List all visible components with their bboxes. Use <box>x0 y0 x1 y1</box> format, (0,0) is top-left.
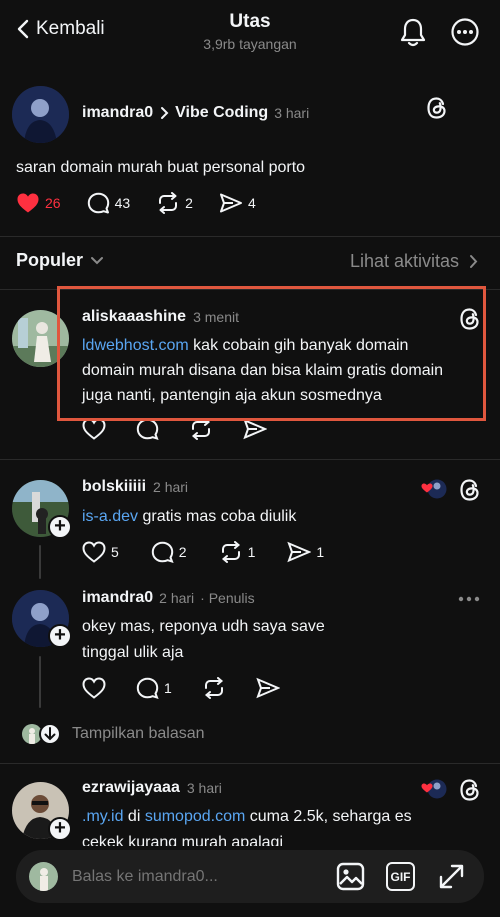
repost-count: 1 <box>247 544 256 560</box>
threads-logo-icon <box>426 96 448 120</box>
arrow-down-icon <box>44 727 56 741</box>
like-count: 26 <box>45 195 61 211</box>
like-button[interactable] <box>82 418 106 440</box>
share-button[interactable]: 1 <box>287 541 324 563</box>
more-options-icon[interactable] <box>450 16 480 48</box>
domain-link[interactable]: sumopod.com <box>145 808 246 825</box>
share-button[interactable] <box>256 677 280 699</box>
like-button[interactable] <box>82 677 106 699</box>
reply-username[interactable]: ezrawijayaaa <box>82 779 180 797</box>
share-count: 4 <box>247 195 256 211</box>
reply-button[interactable]: 2 <box>151 541 187 563</box>
heart-filled-icon <box>17 193 39 213</box>
image-icon[interactable] <box>336 862 365 891</box>
show-replies-label: Tampilkan balasan <box>72 725 205 742</box>
thread-line <box>39 656 41 708</box>
repost-icon <box>191 418 211 440</box>
heart-icon <box>82 541 106 563</box>
sort-dropdown[interactable]: Populer <box>16 250 104 271</box>
share-button[interactable]: 4 <box>219 192 256 214</box>
reply-username[interactable]: imandra0 <box>82 589 153 607</box>
post-topic[interactable]: Vibe Coding <box>175 104 268 122</box>
liked-by-author-badge <box>418 478 448 500</box>
post-time: 3 hari <box>274 105 310 121</box>
like-button[interactable]: 5 <box>82 541 119 563</box>
reply-composer[interactable]: GIF <box>16 850 484 903</box>
send-icon <box>287 541 312 563</box>
chevron-down-icon <box>91 256 104 264</box>
repost-button[interactable]: 1 <box>219 541 256 563</box>
chevron-right-icon <box>161 107 169 119</box>
threads-logo-icon <box>459 778 481 802</box>
avatar <box>29 862 58 891</box>
comment-icon <box>136 677 159 699</box>
reply-text: okey mas, reponya udh saya save tinggal … <box>82 614 325 666</box>
divider <box>0 459 500 460</box>
repost-icon <box>204 677 223 699</box>
follow-button[interactable]: + <box>48 515 72 539</box>
follow-button[interactable]: + <box>48 624 72 648</box>
bell-icon[interactable] <box>398 16 428 48</box>
reply-count: 43 <box>114 195 131 211</box>
comment-icon <box>87 192 109 214</box>
repost-button[interactable] <box>189 418 213 440</box>
post-text: saran domain murah buat personal porto <box>16 159 306 176</box>
reply-button[interactable]: 43 <box>87 192 131 214</box>
share-count: 1 <box>316 544 325 560</box>
threads-logo-icon <box>459 478 481 502</box>
reply-text-line: okey mas, reponya udh saya save <box>82 618 325 635</box>
reply-username[interactable]: bolskiiiii <box>82 478 146 496</box>
chevron-right-icon <box>470 255 478 268</box>
reply-text-rest: cuma 2.5k, seharga es <box>245 808 412 825</box>
send-icon <box>256 677 280 699</box>
thread-line <box>39 545 41 579</box>
reply-button[interactable] <box>136 418 159 440</box>
divider <box>0 236 500 237</box>
author-tag: · Penulis <box>200 590 255 606</box>
reply-time: 2 hari <box>153 479 189 495</box>
gif-label: GIF <box>390 869 411 884</box>
show-replies-button[interactable]: Tampilkan balasan <box>22 723 205 745</box>
reply-time: 2 hari <box>159 590 195 606</box>
reply-count: 1 <box>164 680 172 696</box>
send-icon <box>219 193 242 213</box>
activity-label: Lihat aktivitas <box>349 251 459 271</box>
divider <box>0 763 500 764</box>
repost-button[interactable]: 2 <box>156 192 193 214</box>
heart-icon <box>82 418 106 440</box>
gif-button[interactable]: GIF <box>386 862 415 891</box>
comment-icon <box>136 418 159 440</box>
reply-count: 2 <box>178 544 187 560</box>
heart-icon <box>82 677 106 699</box>
reply-input[interactable] <box>72 863 312 890</box>
send-icon <box>243 418 267 440</box>
repost-button[interactable] <box>202 677 226 699</box>
avatar[interactable] <box>12 86 69 143</box>
reply-button[interactable]: 1 <box>136 677 172 699</box>
reply-text-line: tinggal ulik aja <box>82 644 184 661</box>
share-button[interactable] <box>243 418 267 440</box>
repost-count: 2 <box>185 195 193 211</box>
post-username[interactable]: imandra0 <box>82 104 153 122</box>
expand-icon[interactable] <box>437 862 466 891</box>
repost-icon <box>159 192 178 214</box>
view-activity-link[interactable]: Lihat aktivitas <box>350 251 478 272</box>
liked-by-author-badge <box>418 778 448 800</box>
reply-text-rest: gratis mas coba diulik <box>138 508 297 525</box>
sort-label: Populer <box>16 250 84 270</box>
reply-avatars <box>22 723 62 745</box>
like-button[interactable]: 26 <box>16 192 61 214</box>
domain-link[interactable]: is-a.dev <box>82 508 138 525</box>
reply-text: is-a.dev gratis mas coba diulik <box>82 504 296 529</box>
follow-button[interactable]: + <box>48 817 72 841</box>
more-horizontal-icon[interactable] <box>458 596 480 602</box>
reply-text-mid: di <box>123 808 145 825</box>
repost-icon <box>221 541 240 563</box>
highlight-box <box>57 286 486 421</box>
like-count: 5 <box>111 544 119 560</box>
reply-time: 3 hari <box>186 780 222 796</box>
comment-icon <box>151 541 174 563</box>
domain-link[interactable]: .my.id <box>82 808 123 825</box>
